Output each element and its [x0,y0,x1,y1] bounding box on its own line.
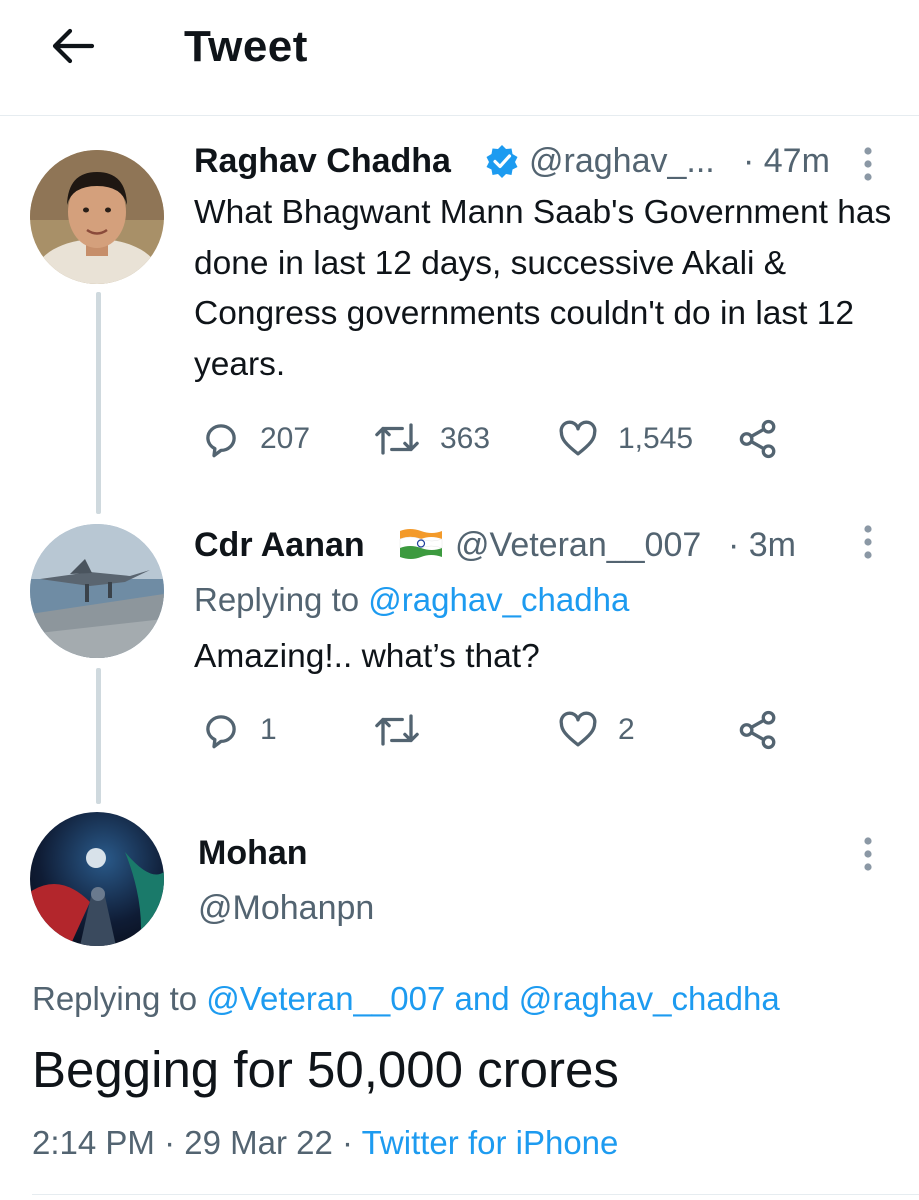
tweet-time[interactable]: 2:14 PM [32,1124,155,1161]
mention-link[interactable]: @Veteran__007 [206,980,445,1017]
reply-button[interactable]: 207 [200,418,310,460]
author-handle[interactable]: @Veteran__007 [455,526,701,565]
like-count: 2 [618,713,635,746]
author-handle[interactable]: @Mohanpn [198,889,374,928]
arrow-left-icon [52,28,95,64]
top-bar: Tweet [0,0,919,116]
reply-count: 207 [260,422,311,455]
like-button[interactable]: 1,545 [556,418,693,460]
replying-label: Replying to [32,980,198,1017]
like-button[interactable]: 2 [556,709,635,751]
divider [32,1194,919,1195]
replying-to: Replying to @raghav_chadha [194,581,629,619]
author-name[interactable]: Raghav Chadha [194,142,451,181]
more-vertical-icon [864,837,872,871]
mention-link[interactable]: @raghav_chadha [519,980,780,1017]
more-vertical-icon [864,525,872,559]
reply-count: 1 [260,713,277,746]
retweet-button[interactable]: 363 [372,418,490,460]
thread-connector [96,292,101,514]
tweet-time[interactable]: · 3m [728,526,796,565]
reply-icon [206,424,236,458]
like-count: 1,545 [618,422,694,455]
more-options-button[interactable] [858,522,878,562]
retweet-icon [375,423,419,455]
tweet-date[interactable]: 29 Mar 22 [184,1124,333,1161]
page-title: Tweet [184,22,308,71]
mention-link[interactable]: @raghav_chadha [368,581,629,618]
author-name[interactable]: Mohan [198,834,308,873]
replying-label: Replying to [194,581,360,618]
more-vertical-icon [864,147,872,181]
avatar[interactable] [30,150,164,284]
verified-badge-icon [486,145,518,178]
replying-to: Replying to @Veteran__007 and @raghav_ch… [32,980,780,1018]
retweet-count: 363 [440,422,491,455]
tweet-time[interactable]: · 47m [743,142,830,181]
meta-separator: · [342,1124,354,1161]
mention-conjunction: and [454,980,510,1017]
tweet-meta: 2:14 PM · 29 Mar 22 · Twitter for iPhone [32,1124,618,1162]
avatar[interactable] [30,524,164,658]
heart-icon [559,420,597,456]
reply-icon [206,715,236,749]
share-icon [739,710,776,750]
back-button[interactable] [48,26,96,66]
retweet-button[interactable] [372,709,440,751]
tweet-text: Amazing!.. what’s that? [194,638,540,675]
more-options-button[interactable] [858,834,878,874]
retweet-icon [375,714,419,746]
tweet-text: What Bhagwant Mann Saab's Government has… [194,194,892,383]
meta-separator: · [164,1124,176,1161]
india-flag-icon [399,529,443,559]
reply-button[interactable]: 1 [200,709,277,751]
share-button[interactable] [736,418,780,460]
tweet-text: Begging for 50,000 crores [32,1041,619,1098]
more-options-button[interactable] [858,144,878,184]
author-name[interactable]: Cdr Aanan [194,526,365,565]
author-handle[interactable]: @raghav_... [529,142,715,181]
share-icon [739,419,776,459]
tweet-source-link[interactable]: Twitter for iPhone [362,1124,619,1161]
heart-icon [559,711,597,747]
avatar[interactable] [30,812,164,946]
share-button[interactable] [736,709,780,751]
thread-connector [96,668,101,804]
